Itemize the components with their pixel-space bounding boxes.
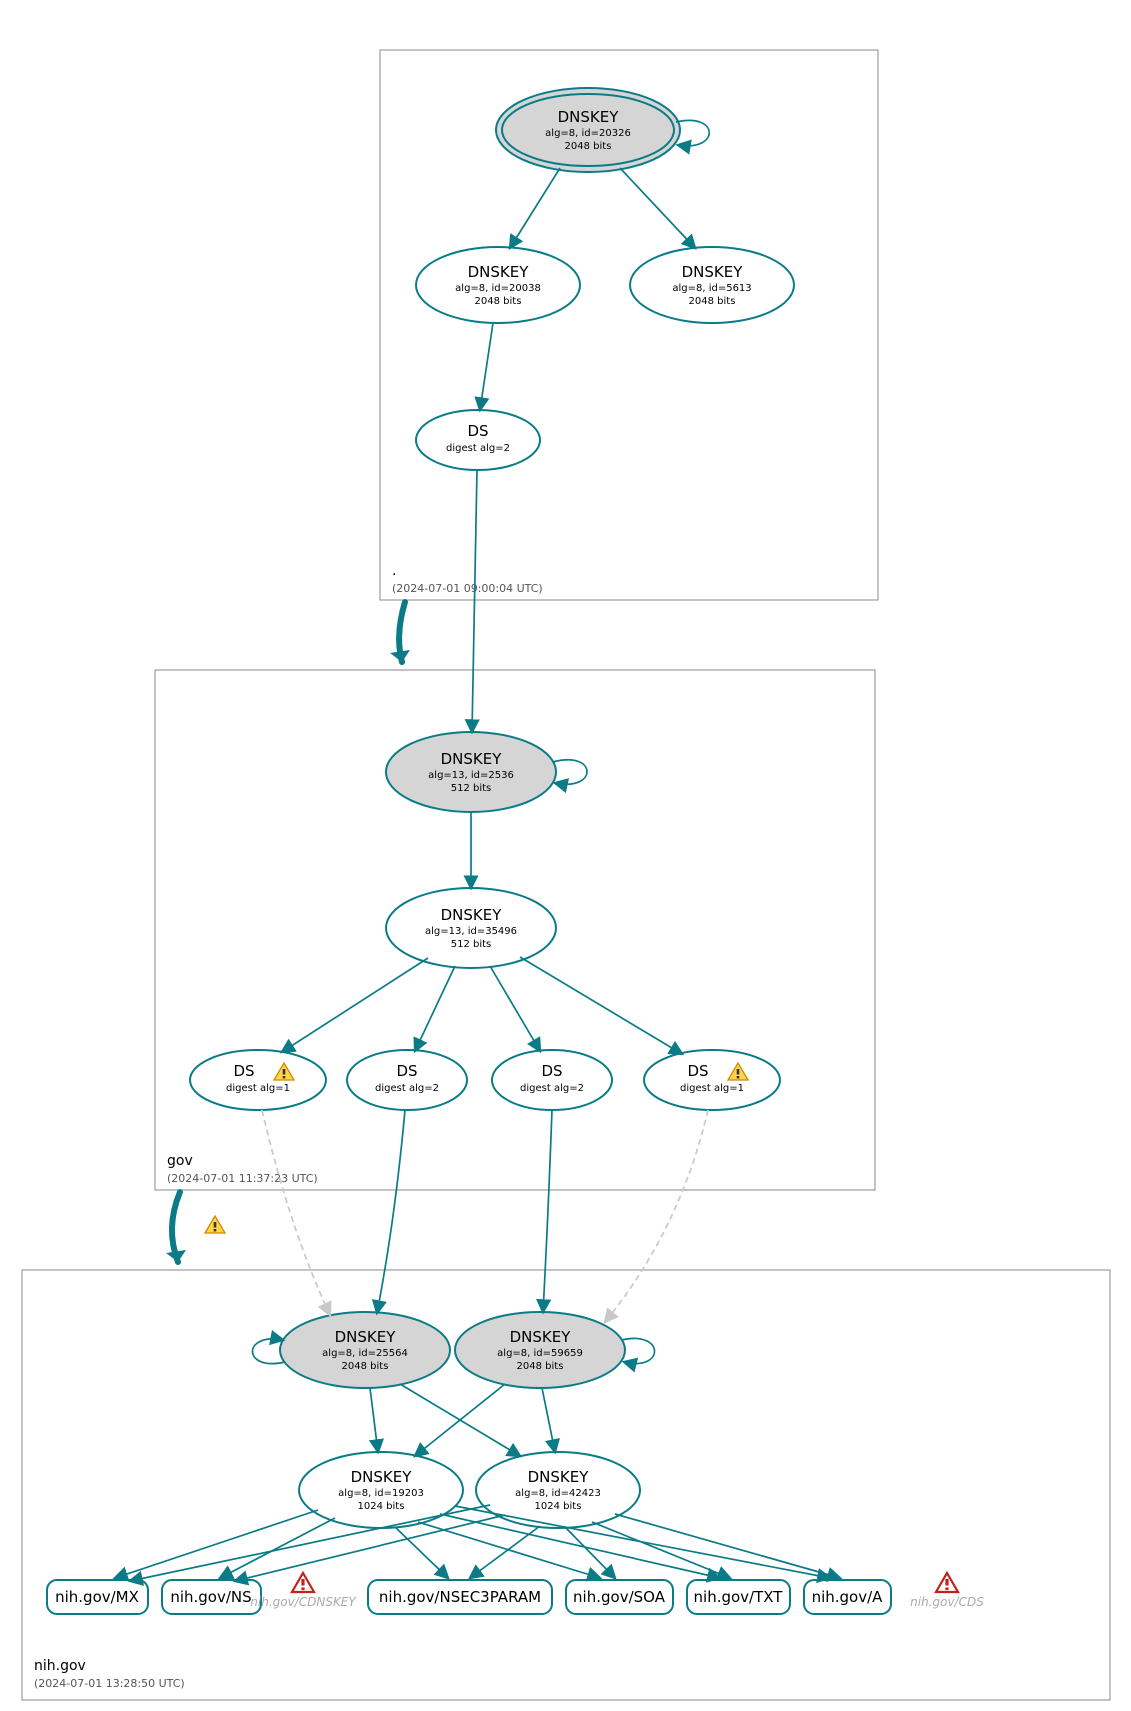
zone-root-label: . [392,563,396,579]
svg-text:DNSKEY: DNSKEY [441,750,503,768]
svg-text:alg=13, id=35496: alg=13, id=35496 [425,926,517,937]
svg-text:DS: DS [233,1062,254,1080]
svg-text:nih.gov/NS: nih.gov/NS [170,1588,251,1606]
svg-text:nih.gov/NSEC3PARAM: nih.gov/NSEC3PARAM [379,1588,541,1606]
svg-text:2048 bits: 2048 bits [342,1361,389,1372]
svg-text:nih.gov/CDNSKEY: nih.gov/CDNSKEY [250,1595,357,1609]
svg-text:2048 bits: 2048 bits [565,141,612,152]
svg-text:alg=8, id=19203: alg=8, id=19203 [338,1488,424,1499]
svg-text:digest alg=2: digest alg=2 [520,1083,584,1094]
svg-text:DS: DS [687,1062,708,1080]
svg-text:1024 bits: 1024 bits [358,1501,405,1512]
svg-text:nih.gov/SOA: nih.gov/SOA [573,1588,666,1606]
svg-text:alg=8, id=25564: alg=8, id=25564 [322,1348,408,1359]
rr-txt[interactable]: nih.gov/TXT [687,1580,790,1614]
svg-text:DS: DS [541,1062,562,1080]
svg-text:nih.gov/CDS: nih.gov/CDS [910,1595,984,1609]
zone-nih-label: nih.gov [34,1658,86,1674]
zone-nih-ts: (2024-07-01 13:28:50 UTC) [34,1677,185,1690]
zone-gov-ts: (2024-07-01 11:37:23 UTC) [167,1172,318,1185]
zone-root-ts: (2024-07-01 09:00:04 UTC) [392,582,543,595]
svg-text:alg=8, id=20326: alg=8, id=20326 [545,128,631,139]
svg-text:2048 bits: 2048 bits [517,1361,564,1372]
svg-text:alg=8, id=20038: alg=8, id=20038 [455,283,541,294]
node-nih-ksk2[interactable]: DNSKEY alg=8, id=59659 2048 bits [455,1312,625,1388]
node-root-ds[interactable]: DS digest alg=2 [416,410,540,470]
node-gov-ds3[interactable]: DS digest alg=2 [492,1050,612,1110]
rr-mx[interactable]: nih.gov/MX [47,1580,148,1614]
svg-text:DNSKEY: DNSKEY [510,1328,572,1346]
warning-icon [205,1216,225,1233]
node-root-ksk[interactable]: DNSKEY alg=8, id=20326 2048 bits [496,88,680,172]
svg-text:DNSKEY: DNSKEY [468,263,530,281]
rr-a[interactable]: nih.gov/A [804,1580,891,1614]
svg-text:1024 bits: 1024 bits [535,1501,582,1512]
dnssec-graph: . (2024-07-01 09:00:04 UTC) gov (2024-07… [0,0,1131,1711]
node-gov-ds4[interactable]: DS digest alg=1 [644,1050,780,1110]
svg-text:digest alg=2: digest alg=2 [446,443,510,454]
node-gov-ksk[interactable]: DNSKEY alg=13, id=2536 512 bits [386,732,556,812]
svg-text:DS: DS [467,422,488,440]
svg-text:DNSKEY: DNSKEY [682,263,744,281]
rr-nsec3param[interactable]: nih.gov/NSEC3PARAM [368,1580,552,1614]
svg-text:DNSKEY: DNSKEY [441,906,503,924]
svg-text:nih.gov/MX: nih.gov/MX [55,1588,139,1606]
svg-text:DNSKEY: DNSKEY [335,1328,397,1346]
svg-text:alg=8, id=59659: alg=8, id=59659 [497,1348,583,1359]
node-root-zsk2[interactable]: DNSKEY alg=8, id=5613 2048 bits [630,247,794,323]
svg-text:alg=13, id=2536: alg=13, id=2536 [428,770,514,781]
svg-text:DNSKEY: DNSKEY [528,1468,590,1486]
svg-text:512 bits: 512 bits [451,939,492,950]
zone-gov-label: gov [167,1153,193,1169]
rr-soa[interactable]: nih.gov/SOA [566,1580,673,1614]
rr-cds-error[interactable]: nih.gov/CDS [910,1573,984,1609]
svg-text:nih.gov/TXT: nih.gov/TXT [694,1588,784,1606]
node-root-zsk1[interactable]: DNSKEY alg=8, id=20038 2048 bits [416,247,580,323]
svg-text:512 bits: 512 bits [451,783,492,794]
svg-text:DNSKEY: DNSKEY [558,108,620,126]
svg-text:2048 bits: 2048 bits [689,296,736,307]
svg-text:nih.gov/A: nih.gov/A [812,1588,884,1606]
rr-ns[interactable]: nih.gov/NS [162,1580,261,1614]
rr-cdnskey-error[interactable]: nih.gov/CDNSKEY [250,1573,357,1609]
svg-text:alg=8, id=5613: alg=8, id=5613 [672,283,751,294]
svg-text:digest alg=1: digest alg=1 [226,1083,290,1094]
node-gov-ds1[interactable]: DS digest alg=1 [190,1050,326,1110]
svg-text:digest alg=1: digest alg=1 [680,1083,744,1094]
svg-text:DS: DS [396,1062,417,1080]
svg-text:alg=8, id=42423: alg=8, id=42423 [515,1488,601,1499]
node-nih-ksk1[interactable]: DNSKEY alg=8, id=25564 2048 bits [280,1312,450,1388]
svg-text:DNSKEY: DNSKEY [351,1468,413,1486]
node-gov-ds2[interactable]: DS digest alg=2 [347,1050,467,1110]
node-gov-zsk[interactable]: DNSKEY alg=13, id=35496 512 bits [386,888,556,968]
self-loop [676,120,709,145]
svg-text:2048 bits: 2048 bits [475,296,522,307]
svg-text:digest alg=2: digest alg=2 [375,1083,439,1094]
